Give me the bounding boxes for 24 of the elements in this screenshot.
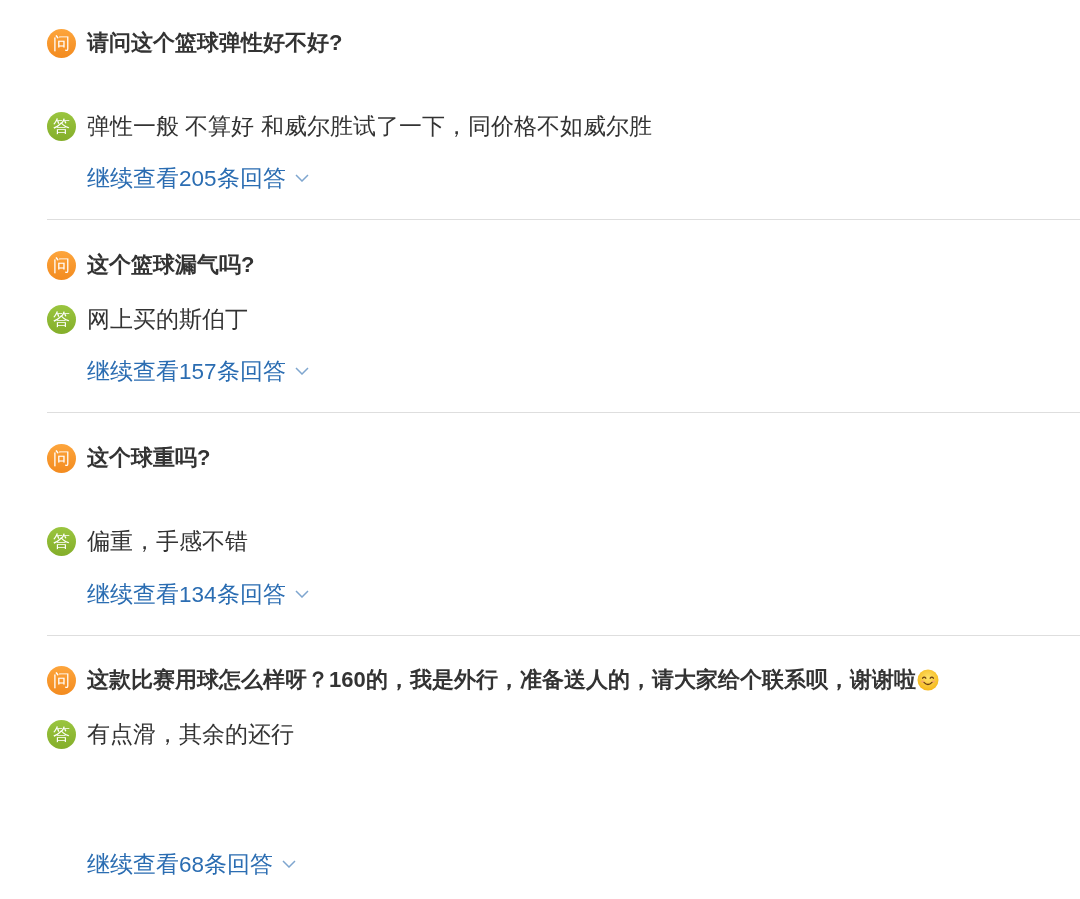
question-text: 请问这个篮球弹性好不好? (87, 29, 343, 57)
answer-badge: 答 (47, 111, 76, 141)
question-badge: 问 (47, 665, 76, 695)
chevron-down-icon (294, 174, 309, 182)
answer-text: 有点滑，其余的还行 (87, 720, 294, 749)
more-answers-link[interactable]: 继续查看205条回答 (87, 162, 309, 194)
question-badge: 问 (47, 250, 76, 280)
answer-text: 偏重，手感不错 (87, 527, 248, 556)
question-text: 这个篮球漏气吗? (87, 251, 255, 279)
answer-badge: 答 (47, 719, 76, 749)
more-answers-link[interactable]: 继续查看68条回答 (87, 848, 297, 880)
answer-badge: 答 (47, 526, 76, 556)
answer-text: 网上买的斯伯丁 (87, 305, 248, 334)
more-answers-link[interactable]: 继续查看134条回答 (87, 578, 309, 610)
chevron-down-icon (294, 367, 309, 375)
chevron-down-icon (282, 860, 297, 868)
answer-text: 弹性一般 不算好 和威尔胜试了一下，同价格不如威尔胜 (87, 112, 652, 141)
question-badge: 问 (47, 443, 76, 473)
chevron-down-icon (294, 590, 309, 598)
question-text: 这款比赛用球怎么样呀？160的，我是外行，准备送人的，请大家给个联系呗，谢谢啦 (87, 666, 916, 694)
question-text: 这个球重吗? (87, 444, 211, 472)
more-answers-link[interactable]: 继续查看157条回答 (87, 355, 309, 387)
question-badge: 问 (47, 28, 76, 58)
answer-badge: 答 (47, 304, 76, 334)
